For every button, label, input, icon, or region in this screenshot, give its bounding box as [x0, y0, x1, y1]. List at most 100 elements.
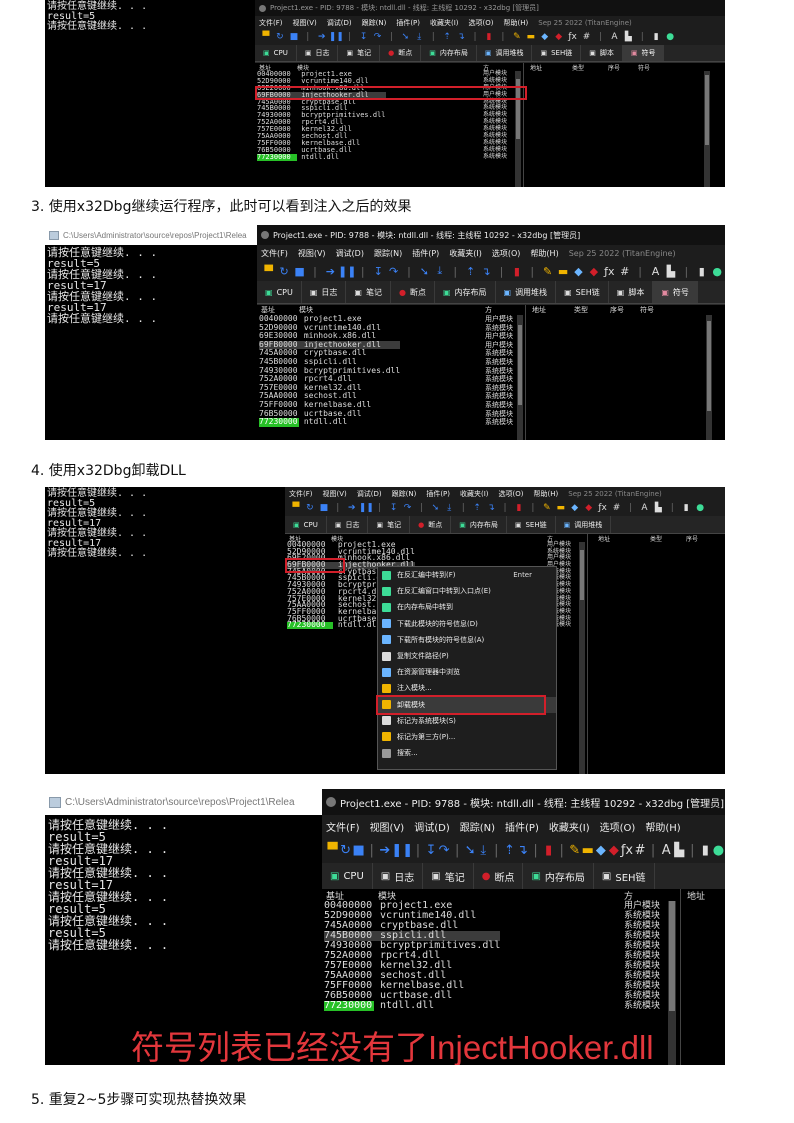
- tab-cpu[interactable]: ▣ CPU: [255, 45, 297, 61]
- bulb-icon[interactable]: ●: [709, 265, 724, 278]
- restart-icon[interactable]: ↻: [276, 265, 291, 278]
- calc-icon[interactable]: ▙: [621, 32, 635, 42]
- tab-notes[interactable]: ▣ 笔记: [368, 516, 411, 533]
- table-row[interactable]: 77230000 ntdll.dll: [257, 153, 386, 161]
- calc-icon[interactable]: ▙: [673, 843, 686, 858]
- menu-item[interactable]: 选项(O): [492, 248, 521, 259]
- hash-icon[interactable]: #: [610, 503, 624, 513]
- hash-icon[interactable]: #: [617, 265, 632, 278]
- font-icon[interactable]: A: [607, 32, 621, 42]
- pause-icon[interactable]: ❚❚: [329, 32, 344, 42]
- function-icon[interactable]: ƒx: [620, 843, 633, 858]
- menu-item[interactable]: 文件(F): [259, 18, 283, 28]
- table-row[interactable]: 77230000 ntdll.dll: [259, 418, 400, 427]
- menu-item[interactable]: 跟踪(N): [362, 18, 387, 28]
- patch-icon[interactable]: ▮: [512, 503, 526, 513]
- tab-symbols[interactable]: ▣ 符号: [653, 281, 698, 303]
- context-menu-item[interactable]: 下载所有模块的符号信息(A): [378, 632, 556, 648]
- patch-icon[interactable]: ▮: [482, 32, 496, 42]
- menu-item[interactable]: 收藏夹(I): [460, 489, 489, 499]
- menu-item[interactable]: 帮助(H): [534, 489, 559, 499]
- bulb-icon[interactable]: ●: [693, 503, 707, 513]
- folder-icon[interactable]: ▀: [289, 503, 303, 513]
- bookmark-icon[interactable]: ◆: [552, 32, 566, 42]
- label-icon[interactable]: ◆: [538, 32, 552, 42]
- step-into-icon[interactable]: ↧: [387, 503, 401, 513]
- pause-icon[interactable]: ❚❚: [391, 843, 413, 858]
- context-menu-item[interactable]: 标记为第三方(P)...: [378, 729, 556, 745]
- patch-icon[interactable]: ▮: [509, 265, 524, 278]
- tab-memory-map[interactable]: ▣ 内存布局: [451, 516, 507, 533]
- tab-breakpoint[interactable]: ● 断点: [391, 281, 435, 303]
- tab-call-stack[interactable]: ▣ 调用堆栈: [496, 281, 557, 303]
- context-menu-item[interactable]: 在资源管理器中浏览: [378, 664, 556, 680]
- label-icon[interactable]: ◆: [594, 843, 607, 858]
- restart-icon[interactable]: ↻: [303, 503, 317, 513]
- menu-item[interactable]: 视图(V): [370, 819, 405, 834]
- menu-item[interactable]: 文件(F): [261, 248, 288, 259]
- menu-item[interactable]: 选项(O): [469, 18, 494, 28]
- run-icon[interactable]: ➔: [323, 265, 338, 278]
- tab-memory-map[interactable]: ▣ 内存布局: [523, 863, 594, 889]
- execute-till-return-icon[interactable]: ⇡: [470, 503, 484, 513]
- patch-icon[interactable]: ▮: [542, 843, 555, 858]
- scrollbar[interactable]: [517, 315, 523, 440]
- context-menu-item[interactable]: 下载此模块的符号信息(D): [378, 616, 556, 632]
- execute-till-return-icon[interactable]: ⇡: [440, 32, 454, 42]
- context-menu-item[interactable]: 在反汇编窗口中转到入口点(E): [378, 583, 556, 599]
- menu-item[interactable]: 视图(V): [323, 489, 347, 499]
- context-menu-item[interactable]: 搜索...: [378, 745, 556, 761]
- menu-item[interactable]: 收藏夹(I): [430, 18, 459, 28]
- function-icon[interactable]: ƒx: [566, 32, 580, 42]
- tab-seh-chain[interactable]: ▣ SEH链: [507, 516, 556, 533]
- menu-item[interactable]: 帮助(H): [530, 248, 558, 259]
- bulb-icon[interactable]: ●: [663, 32, 677, 42]
- font-icon[interactable]: A: [637, 503, 651, 513]
- step-over-icon[interactable]: ↷: [386, 265, 401, 278]
- menu-item[interactable]: 跟踪(N): [460, 819, 495, 834]
- trace-over-icon[interactable]: ⤓: [477, 843, 490, 858]
- pen-icon[interactable]: ✎: [540, 503, 554, 513]
- step-into-icon[interactable]: ↧: [425, 843, 438, 858]
- bulb-icon[interactable]: ●: [712, 843, 725, 858]
- context-menu-item[interactable]: 标记为系统模块(S): [378, 713, 556, 729]
- run-icon[interactable]: ➔: [315, 32, 329, 42]
- menu-item[interactable]: 调试(D): [336, 248, 364, 259]
- tab-breakpoint[interactable]: ● 断点: [410, 516, 452, 533]
- menu-item[interactable]: 收藏夹(I): [549, 819, 590, 834]
- run-icon[interactable]: ➔: [378, 843, 391, 858]
- comment-icon[interactable]: ▬: [554, 503, 568, 513]
- run-to-user-icon[interactable]: ↴: [478, 265, 493, 278]
- bar-icon[interactable]: ▮: [699, 843, 712, 858]
- menu-item[interactable]: 帮助(H): [645, 819, 680, 834]
- tab-seh-chain[interactable]: ▣ SEH链: [556, 281, 609, 303]
- stop-icon[interactable]: ■: [287, 32, 301, 42]
- trace-over-icon[interactable]: ⤓: [412, 32, 426, 42]
- bar-icon[interactable]: ▮: [649, 32, 663, 42]
- pen-icon[interactable]: ✎: [540, 265, 555, 278]
- restart-icon[interactable]: ↻: [339, 843, 352, 858]
- scrollbar[interactable]: [579, 542, 585, 774]
- menu-item[interactable]: 视图(V): [298, 248, 326, 259]
- menu-item[interactable]: 跟踪(N): [374, 248, 402, 259]
- pen-icon[interactable]: ✎: [510, 32, 524, 42]
- pause-icon[interactable]: ❚❚: [359, 503, 374, 513]
- scrollbar-right[interactable]: [704, 71, 710, 187]
- pen-icon[interactable]: ✎: [568, 843, 581, 858]
- bookmark-icon[interactable]: ◆: [582, 503, 596, 513]
- tab-symbols[interactable]: ▣ 符号: [622, 45, 665, 61]
- tab-log[interactable]: ▣ 日志: [373, 863, 424, 889]
- restart-icon[interactable]: ↻: [273, 32, 287, 42]
- calc-icon[interactable]: ▙: [663, 265, 678, 278]
- tab-log[interactable]: ▣ 日志: [297, 45, 339, 61]
- step-over-icon[interactable]: ↷: [401, 503, 415, 513]
- font-icon[interactable]: A: [648, 265, 663, 278]
- label-icon[interactable]: ◆: [568, 503, 582, 513]
- step-into-icon[interactable]: ↧: [370, 265, 385, 278]
- tab-call-stack[interactable]: ▣ 调用堆栈: [477, 45, 533, 61]
- tab-log[interactable]: ▣ 日志: [302, 281, 347, 303]
- tab-cpu[interactable]: ▣ CPU: [285, 516, 327, 533]
- comment-icon[interactable]: ▬: [524, 32, 538, 42]
- scrollbar[interactable]: [668, 901, 676, 1065]
- context-menu-item[interactable]: 在内存布局中转到: [378, 599, 556, 615]
